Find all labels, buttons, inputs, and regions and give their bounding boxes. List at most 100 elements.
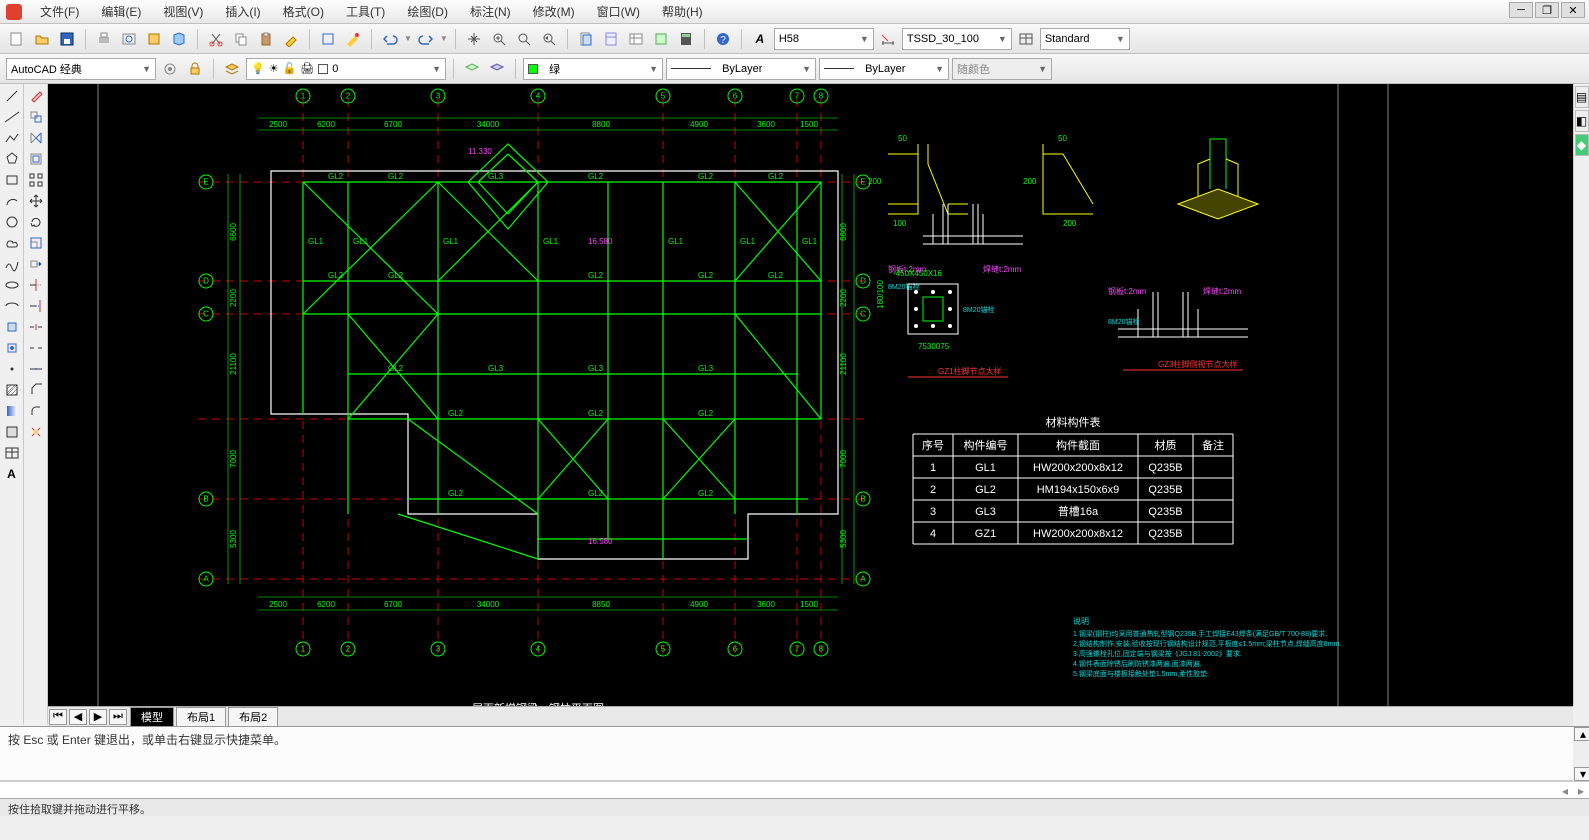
tray-button-3[interactable]: ◆	[1575, 134, 1589, 156]
tray-button-2[interactable]: ◧	[1575, 110, 1589, 132]
array-button[interactable]	[26, 170, 46, 190]
command-input[interactable]	[0, 784, 1557, 798]
menu-format[interactable]: 格式(O)	[275, 1, 332, 22]
pan-button[interactable]	[463, 28, 485, 50]
fillet-button[interactable]	[26, 401, 46, 421]
color-select[interactable]: 绿▼	[523, 58, 663, 80]
paste-button[interactable]	[255, 28, 277, 50]
tab-next-button[interactable]: ▶	[89, 709, 107, 725]
stretch-button[interactable]	[26, 254, 46, 274]
menu-insert[interactable]: 插入(I)	[217, 1, 268, 22]
explode-button[interactable]	[26, 422, 46, 442]
dbconnect-button[interactable]	[625, 28, 647, 50]
arc-button[interactable]	[2, 191, 22, 211]
gradient-button[interactable]	[2, 401, 22, 421]
menu-view[interactable]: 视图(V)	[155, 1, 211, 22]
window-close-button[interactable]: ✕	[1561, 2, 1585, 18]
cmd-scroll-down[interactable]: ▾	[1574, 767, 1589, 781]
layer-manager-button[interactable]	[221, 58, 243, 80]
plotstyle-select[interactable]: 随颜色▼	[952, 58, 1052, 80]
ellipse-arc-button[interactable]	[2, 296, 22, 316]
tab-last-button[interactable]: ⏭	[109, 709, 127, 725]
cmd-scroll-right[interactable]: ▸	[1573, 784, 1589, 798]
window-minimize-button[interactable]: ─	[1509, 2, 1533, 18]
pline-button[interactable]	[2, 128, 22, 148]
linetype-select[interactable]: ByLayer▼	[666, 58, 816, 80]
tablestyle-select[interactable]: Standard▼	[1040, 28, 1130, 50]
print-button[interactable]	[93, 28, 115, 50]
help-button[interactable]: ?	[712, 28, 734, 50]
rectangle-button[interactable]	[2, 170, 22, 190]
insert-block-button[interactable]	[2, 317, 22, 337]
chamfer-button[interactable]	[26, 380, 46, 400]
rotate-button[interactable]	[26, 212, 46, 232]
erase-button[interactable]	[26, 86, 46, 106]
open-button[interactable]	[31, 28, 53, 50]
table-button[interactable]	[2, 443, 22, 463]
make-block-button[interactable]	[2, 338, 22, 358]
zoom-previous-button[interactable]	[538, 28, 560, 50]
window-restore-button[interactable]: ❐	[1535, 2, 1559, 18]
tool-palettes-button[interactable]	[600, 28, 622, 50]
zoom-window-button[interactable]	[513, 28, 535, 50]
tab-model[interactable]: 模型	[130, 707, 174, 726]
layer-select[interactable]: 💡 ☀ 🔓 🖨 0▼	[246, 58, 446, 80]
3ddwf-button[interactable]	[168, 28, 190, 50]
sheet-set-button[interactable]	[575, 28, 597, 50]
mtext-button[interactable]: A	[2, 464, 22, 484]
workspace-settings-button[interactable]	[159, 58, 181, 80]
xline-button[interactable]	[2, 107, 22, 127]
tab-layout1[interactable]: 布局1	[176, 707, 226, 726]
extend-button[interactable]	[26, 296, 46, 316]
menu-window[interactable]: 窗口(W)	[589, 1, 648, 22]
menu-modify[interactable]: 修改(M)	[525, 1, 583, 22]
copy-button[interactable]	[230, 28, 252, 50]
textstyle-select[interactable]: H58▼	[774, 28, 874, 50]
line-button[interactable]	[2, 86, 22, 106]
plot-preview-button[interactable]	[118, 28, 140, 50]
point-button[interactable]	[2, 359, 22, 379]
hatch-button[interactable]	[2, 380, 22, 400]
redo-button[interactable]	[415, 28, 437, 50]
cmd-scroll-left[interactable]: ◂	[1557, 784, 1573, 798]
block-editor-button[interactable]	[317, 28, 339, 50]
join-button[interactable]	[26, 359, 46, 379]
ellipse-button[interactable]	[2, 275, 22, 295]
quickcalc-button[interactable]	[675, 28, 697, 50]
matchprop-button[interactable]	[280, 28, 302, 50]
move-button[interactable]	[26, 191, 46, 211]
mirror-button[interactable]	[26, 128, 46, 148]
textstyle-icon[interactable]: A	[749, 28, 771, 50]
menu-tools[interactable]: 工具(T)	[338, 1, 393, 22]
spline-button[interactable]	[2, 254, 22, 274]
tab-prev-button[interactable]: ◀	[69, 709, 87, 725]
workspace-lock-button[interactable]	[184, 58, 206, 80]
undo-button[interactable]	[379, 28, 401, 50]
workspace-select[interactable]: AutoCAD 经典▼	[6, 58, 156, 80]
publish-button[interactable]	[143, 28, 165, 50]
cmd-scroll-up[interactable]: ▴	[1574, 727, 1589, 741]
cut-button[interactable]	[205, 28, 227, 50]
command-line[interactable]: ◂ ▸	[0, 781, 1589, 799]
tray-button-1[interactable]: ▤	[1575, 86, 1589, 108]
break-button[interactable]	[26, 338, 46, 358]
properties-button[interactable]	[342, 28, 364, 50]
lineweight-select[interactable]: ByLayer▼	[819, 58, 949, 80]
menu-draw[interactable]: 绘图(D)	[399, 1, 456, 22]
new-button[interactable]	[6, 28, 28, 50]
tab-first-button[interactable]: ⏮	[49, 709, 67, 725]
tab-layout2[interactable]: 布局2	[228, 707, 278, 726]
layer-state-button[interactable]	[486, 58, 508, 80]
polygon-button[interactable]	[2, 149, 22, 169]
offset-button[interactable]	[26, 149, 46, 169]
break-at-button[interactable]	[26, 317, 46, 337]
layer-previous-button[interactable]	[461, 58, 483, 80]
menu-annotate[interactable]: 标注(N)	[462, 1, 519, 22]
tablestyle-icon[interactable]	[1015, 28, 1037, 50]
dimstyle-select[interactable]: TSSD_30_100▼	[902, 28, 1012, 50]
menu-edit[interactable]: 编辑(E)	[93, 1, 149, 22]
zoom-realtime-button[interactable]	[488, 28, 510, 50]
copy-obj-button[interactable]	[26, 107, 46, 127]
region-button[interactable]	[2, 422, 22, 442]
revcloud-button[interactable]	[2, 233, 22, 253]
